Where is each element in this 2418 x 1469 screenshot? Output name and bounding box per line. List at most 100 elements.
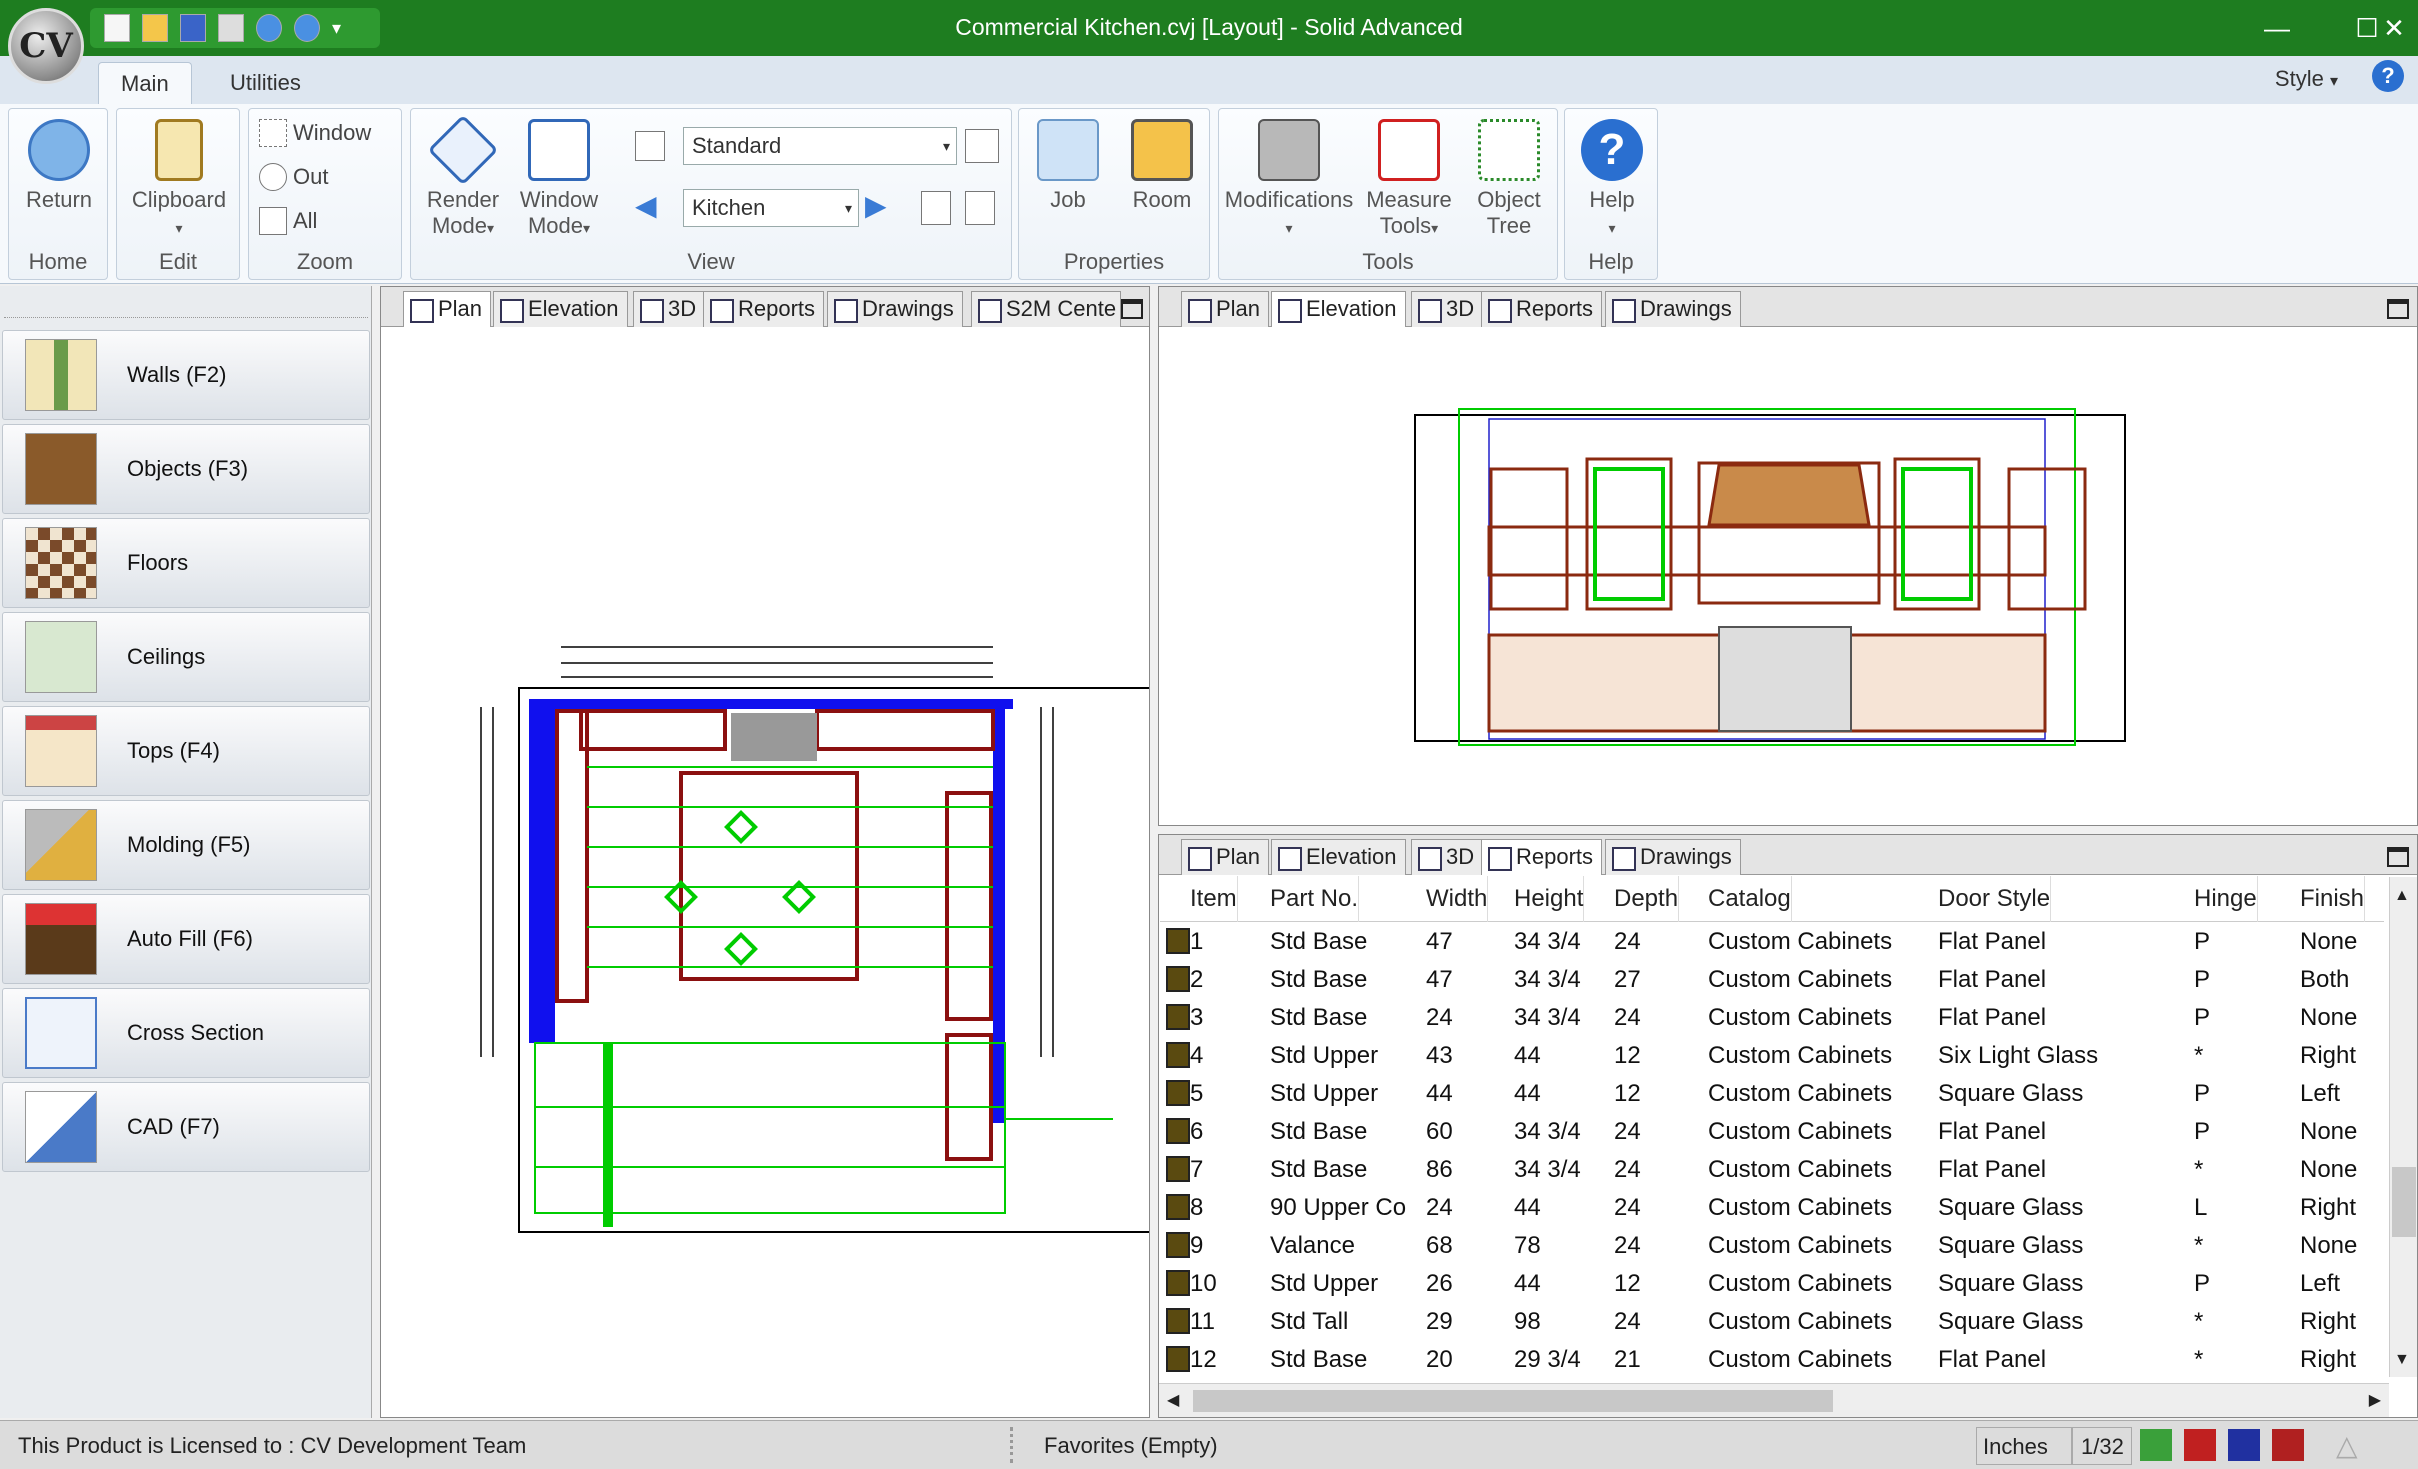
molding-button[interactable]: Molding (F5)	[2, 800, 370, 890]
window-mode-button[interactable]: Window Mode▾	[511, 119, 607, 241]
cross-section-button[interactable]: Cross Section	[2, 988, 370, 1078]
app-menu-button[interactable]: CV	[8, 8, 84, 84]
favorites-text[interactable]: Favorites (Empty)	[1044, 1433, 1218, 1459]
table-row[interactable]: 12 Std Base 20 29 3/4 21 Custom Cabinets Flat …	[1160, 1340, 2384, 1378]
precision-indicator[interactable]: 1/32	[2072, 1427, 2132, 1465]
maximize-view-icon[interactable]	[2387, 847, 2409, 867]
scrollbar-thumb[interactable]	[1193, 1390, 1833, 1412]
column-header[interactable]: Hinge	[2184, 876, 2258, 922]
room-button[interactable]: Room	[1117, 119, 1207, 213]
table-row[interactable]: 8 90 Upper Co 24 44 24 Custom Cabinets Square …	[1160, 1188, 2384, 1226]
modifications-button[interactable]: Modifications ▾	[1219, 119, 1359, 241]
standard-view-select[interactable]: Standard ▾	[683, 127, 957, 165]
tab-s2m-center[interactable]: S2M Cente	[971, 291, 1121, 327]
style-menu[interactable]: Style ▾	[2275, 66, 2338, 92]
tops-button[interactable]: Tops (F4)	[2, 706, 370, 796]
scrollbar-thumb[interactable]	[2392, 1167, 2416, 1237]
tab-drawings[interactable]: Drawings	[1605, 839, 1741, 875]
render-mode-button[interactable]: Render Mode▾	[415, 114, 511, 241]
tab-plan[interactable]: Plan	[1181, 291, 1270, 327]
tab-drawings[interactable]: Drawings	[827, 291, 963, 327]
next-room-icon[interactable]: ▶	[865, 189, 905, 225]
close-button[interactable]: ✕	[2370, 0, 2418, 56]
table-row[interactable]: 10 Std Upper 26 44 12 Custom Cabinets Square G…	[1160, 1264, 2384, 1302]
floor-plan-drawing[interactable]	[381, 327, 1149, 1417]
table-row[interactable]: 3 Std Base 24 34 3/4 24 Custom Cabinets Flat P…	[1160, 998, 2384, 1036]
units-indicator[interactable]: Inches	[1976, 1427, 2072, 1465]
tab-elevation[interactable]: Elevation	[1271, 291, 1406, 327]
objects-button[interactable]: Objects (F3)	[2, 424, 370, 514]
room-select[interactable]: Kitchen ▾	[683, 189, 859, 227]
print-icon[interactable]	[218, 14, 244, 42]
tab-3d[interactable]: 3D	[1411, 839, 1484, 875]
tab-reports[interactable]: Reports	[1481, 839, 1603, 875]
magnet-icon[interactable]	[2184, 1429, 2216, 1461]
new-file-icon[interactable]	[104, 14, 130, 42]
column-header[interactable]: Height	[1504, 876, 1585, 922]
cad-button[interactable]: CAD (F7)	[2, 1082, 370, 1172]
tab-drawings[interactable]: Drawings	[1605, 291, 1741, 327]
customize-qat-icon[interactable]: ▾	[332, 18, 341, 39]
tab-3d[interactable]: 3D	[1411, 291, 1484, 327]
tab-reports[interactable]: Reports	[1481, 291, 1603, 327]
help-icon[interactable]: ?	[2372, 60, 2404, 92]
save-icon[interactable]	[180, 14, 206, 42]
redo-icon[interactable]	[294, 14, 320, 42]
help-button[interactable]: ? Help ▾	[1565, 119, 1659, 241]
zoom-all-button[interactable]: All	[259, 207, 317, 235]
maximize-view-icon[interactable]	[1121, 299, 1143, 319]
table-row[interactable]: 7 Std Base 86 34 3/4 24 Custom Cabinets Flat P…	[1160, 1150, 2384, 1188]
return-button[interactable]: Return	[9, 119, 109, 213]
zoom-out-button[interactable]: Out	[259, 163, 328, 191]
status-splitter[interactable]	[1010, 1427, 1020, 1463]
elevation-drawing[interactable]	[1159, 327, 2417, 825]
maximize-view-icon[interactable]	[2387, 299, 2409, 319]
tab-plan[interactable]: Plan	[403, 291, 492, 327]
column-header[interactable]: Item	[1180, 876, 1238, 922]
lock-icon[interactable]	[965, 191, 995, 225]
column-header[interactable]: Depth	[1604, 876, 1680, 922]
minimize-button[interactable]: —	[2232, 0, 2322, 56]
grid-icon[interactable]	[2228, 1429, 2260, 1461]
walls-button[interactable]: Walls (F2)	[2, 330, 370, 420]
lock-snap-icon[interactable]	[2272, 1429, 2304, 1461]
scroll-left-icon[interactable]: ◀	[1167, 1390, 1179, 1410]
warning-icon[interactable]: △	[2336, 1429, 2372, 1461]
snap-icon[interactable]	[2140, 1429, 2172, 1461]
page-icon[interactable]	[921, 191, 951, 225]
tab-utilities[interactable]: Utilities	[208, 62, 323, 104]
previous-room-icon[interactable]: ◀	[635, 189, 675, 225]
horizontal-scrollbar[interactable]: ◀ ▶	[1159, 1383, 2389, 1417]
column-header[interactable]: Part No.	[1260, 876, 1360, 922]
view-edit-icon[interactable]	[965, 129, 999, 163]
column-header[interactable]: Door Style	[1928, 876, 2052, 922]
undo-icon[interactable]	[256, 14, 282, 42]
table-row[interactable]: 11 Std Tall 29 98 24 Custom Cabinets Square Gl…	[1160, 1302, 2384, 1340]
table-row[interactable]: 2 Std Base 47 34 3/4 27 Custom Cabinets Flat P…	[1160, 960, 2384, 998]
table-row[interactable]: 4 Std Upper 43 44 12 Custom Cabinets Six Light…	[1160, 1036, 2384, 1074]
object-tree-button[interactable]: Object Tree	[1459, 119, 1559, 239]
table-row[interactable]: 6 Std Base 60 34 3/4 24 Custom Cabinets Flat P…	[1160, 1112, 2384, 1150]
tab-main[interactable]: Main	[98, 62, 192, 104]
tab-reports[interactable]: Reports	[703, 291, 825, 327]
ceilings-button[interactable]: Ceilings	[2, 612, 370, 702]
column-header[interactable]: Width	[1416, 876, 1489, 922]
table-row[interactable]: 9 Valance 68 78 24 Custom Cabinets Square Glas…	[1160, 1226, 2384, 1264]
tab-elevation[interactable]: Elevation	[1271, 839, 1406, 875]
table-row[interactable]: 5 Std Upper 44 44 12 Custom Cabinets Square Gl…	[1160, 1074, 2384, 1112]
tab-elevation[interactable]: Elevation	[493, 291, 628, 327]
tab-3d[interactable]: 3D	[633, 291, 706, 327]
auto-fill-button[interactable]: Auto Fill (F6)	[2, 894, 370, 984]
table-row[interactable]: 1 Std Base 47 34 3/4 24 Custom Cabinets Flat P…	[1160, 922, 2384, 960]
zoom-window-button[interactable]: Window	[259, 119, 371, 147]
open-folder-icon[interactable]	[142, 14, 168, 42]
scroll-up-icon[interactable]: ▲	[2394, 887, 2410, 905]
column-header[interactable]: Catalog	[1698, 876, 1792, 922]
tab-plan[interactable]: Plan	[1181, 839, 1270, 875]
vertical-scrollbar[interactable]: ▲ ▼	[2389, 877, 2417, 1377]
panel-grip[interactable]	[4, 294, 368, 318]
job-button[interactable]: Job	[1023, 119, 1113, 213]
clipboard-button[interactable]: Clipboard ▾	[117, 119, 241, 241]
column-header[interactable]: Finish	[2290, 876, 2366, 922]
measure-tools-button[interactable]: Measure Tools▾	[1359, 119, 1459, 241]
